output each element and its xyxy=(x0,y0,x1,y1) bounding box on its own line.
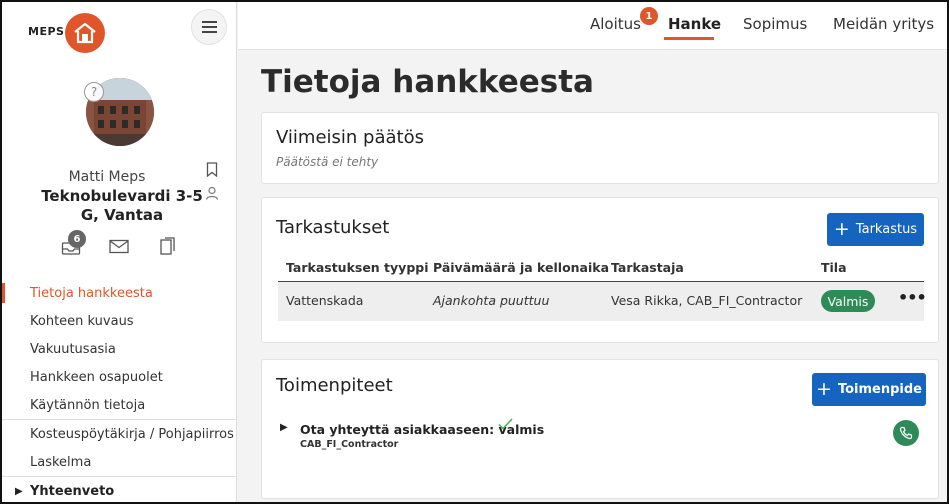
cell-inspector: Vesa Rikka, CAB_FI_Contractor xyxy=(611,293,803,308)
sidebar-item-kaytannon-tietoja[interactable]: Käytännön tietoja xyxy=(2,391,237,419)
tab-sopimus[interactable]: Sopimus xyxy=(743,15,807,33)
latest-decision-card: Viimeisin päätös Päätöstä ei tehty xyxy=(261,112,939,184)
check-icon xyxy=(498,418,513,434)
documents-icon[interactable] xyxy=(159,237,177,260)
column-header: Tarkastuksen tyyppi xyxy=(286,260,429,275)
card-title: Tarkastukset xyxy=(276,217,390,238)
help-icon[interactable]: ? xyxy=(84,82,104,102)
sidebar-nav: Tietoja hankkeesta Kohteen kuvaus Vakuut… xyxy=(2,279,237,502)
menu-toggle-button[interactable] xyxy=(191,9,227,45)
tab-hanke[interactable]: Hanke xyxy=(668,15,721,33)
sidebar: MEPS ? Matti Meps Teknobulevardi 3-5 G, … xyxy=(2,2,237,502)
user-name: Matti Meps xyxy=(68,169,146,185)
sidebar-item-kohteen-kuvaus[interactable]: Kohteen kuvaus xyxy=(2,307,237,335)
top-navigation: Aloitus 1 Hanke Sopimus Meidän yritys xyxy=(238,2,947,50)
plus-icon: + xyxy=(833,218,850,240)
card-title: Viimeisin päätös xyxy=(276,127,424,148)
cell-type: Vattenskada xyxy=(286,293,364,308)
column-header: Tila xyxy=(821,260,847,275)
button-label: Tarkastus xyxy=(855,222,918,237)
sidebar-item-kosteuspoytakirja[interactable]: Kosteuspöytäkirja / Pohjapiirros xyxy=(2,420,237,448)
table-row[interactable]: Vattenskada Ajankohta puuttuu Vesa Rikka… xyxy=(278,282,927,321)
plus-icon: + xyxy=(816,378,832,400)
brand-logo-text: MEPS xyxy=(28,25,65,38)
chevron-right-icon[interactable]: ▶ xyxy=(280,422,288,433)
hamburger-icon xyxy=(201,21,217,23)
tab-aloitus[interactable]: Aloitus xyxy=(590,15,641,33)
button-label: Toimenpide xyxy=(837,382,922,397)
column-header: Tarkastaja xyxy=(611,260,684,275)
sidebar-item-label: Yhteenveto xyxy=(30,483,115,499)
inspections-card: Tarkastukset + Tarkastus Tarkastuksen ty… xyxy=(261,197,939,343)
status-badge: Valmis xyxy=(821,290,875,312)
card-title: Toimenpiteet xyxy=(276,375,393,396)
app-window: MEPS ? Matti Meps Teknobulevardi 3-5 G, … xyxy=(0,0,949,504)
chevron-right-icon: ▶ xyxy=(15,485,23,497)
project-address: Teknobulevardi 3-5 G, Vantaa xyxy=(41,187,203,224)
table-header: Tarkastuksen tyyppi Päivämäärä ja kellon… xyxy=(278,254,924,282)
active-tab-indicator xyxy=(664,37,714,40)
column-header: Päivämäärä ja kellonaika xyxy=(433,260,610,275)
home-logo-icon[interactable] xyxy=(65,13,105,53)
sidebar-item-hankkeen-osapuolet[interactable]: Hankkeen osapuolet xyxy=(2,363,237,391)
sidebar-item-vakuutusasia[interactable]: Vakuutusasia xyxy=(2,335,237,363)
person-icon[interactable] xyxy=(205,185,219,204)
inbox-count-badge: 6 xyxy=(68,230,86,248)
bookmark-icon[interactable] xyxy=(206,162,218,181)
add-action-button[interactable]: + Toimenpide xyxy=(812,373,926,406)
empty-text: Päätöstä ei tehty xyxy=(276,155,379,169)
sidebar-item-tietoja-hankkeesta[interactable]: Tietoja hankkeesta xyxy=(2,279,237,307)
sidebar-item-yhteenveto[interactable]: ▶ Yhteenveto xyxy=(2,477,237,502)
action-subtitle: CAB_FI_Contractor xyxy=(300,439,399,450)
page-title: Tietoja hankkeesta xyxy=(261,64,594,100)
mail-icon[interactable] xyxy=(109,239,129,258)
tab-meidan-yritys[interactable]: Meidän yritys xyxy=(833,15,934,33)
phone-icon[interactable] xyxy=(893,420,919,446)
cell-datetime: Ajankohta puuttuu xyxy=(433,293,550,308)
notification-badge: 1 xyxy=(640,7,658,25)
sidebar-item-laskelma[interactable]: Laskelma xyxy=(2,448,237,476)
add-inspection-button[interactable]: + Tarkastus xyxy=(827,213,924,246)
actions-card: Toimenpiteet + Toimenpide ▶ Ota yhteyttä… xyxy=(261,359,939,499)
more-options-icon[interactable]: ••• xyxy=(898,288,927,307)
